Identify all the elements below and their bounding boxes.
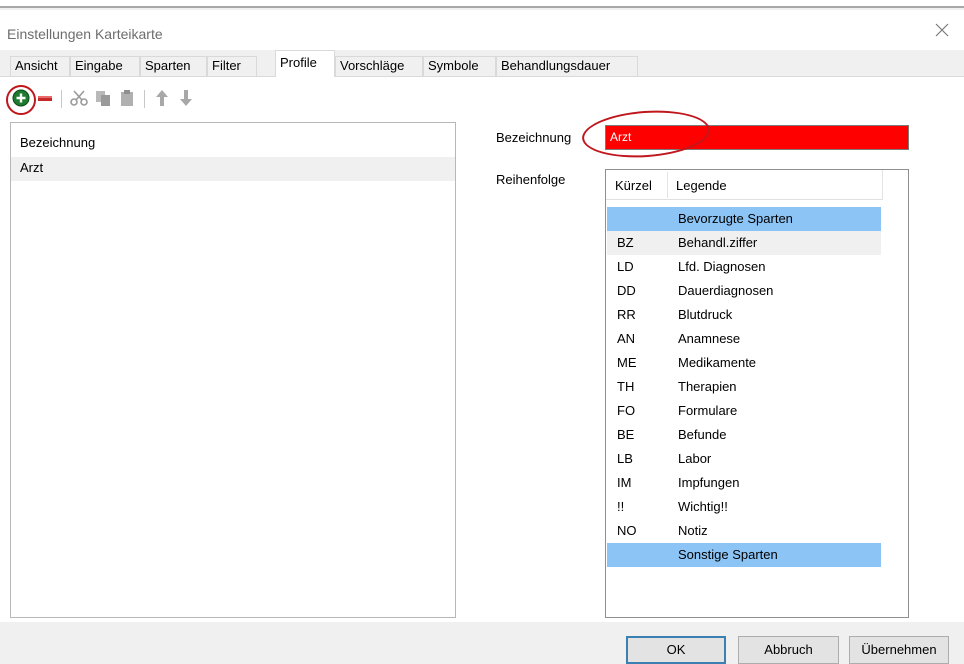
row-legend: Dauerdiagnosen	[678, 283, 774, 298]
row-code: TH	[617, 379, 635, 394]
row-code: AN	[617, 331, 636, 346]
move-up-icon[interactable]	[151, 87, 173, 109]
move-down-icon[interactable]	[175, 87, 197, 109]
table-row[interactable]: FO Formulare	[607, 399, 881, 423]
ok-button[interactable]: OK	[626, 636, 726, 664]
name-label: Bezeichnung	[496, 130, 572, 145]
toolbar-separator	[61, 90, 62, 108]
row-legend: Impfungen	[678, 475, 740, 490]
row-legend: Labor	[678, 451, 712, 466]
remove-icon[interactable]	[34, 87, 56, 109]
row-legend: Notiz	[678, 523, 708, 538]
tab-behandlungsdauer[interactable]: Behandlungsdauer	[496, 56, 638, 76]
row-code: !!	[617, 499, 625, 514]
window-top-border	[0, 0, 964, 8]
row-legend: Bevorzugte Sparten	[678, 211, 793, 226]
row-legend: Therapien	[678, 379, 737, 394]
table-row[interactable]: ME Medikamente	[607, 351, 881, 375]
cut-icon[interactable]	[68, 87, 90, 109]
table-row[interactable]: !! Wichtig!!	[607, 495, 881, 519]
row-code: BZ	[617, 235, 634, 250]
row-legend: Medikamente	[678, 355, 757, 370]
row-code: DD	[617, 283, 636, 298]
cancel-button[interactable]: Abbruch	[738, 636, 839, 664]
row-legend: Wichtig!!	[678, 499, 728, 514]
row-code: RR	[617, 307, 636, 322]
column-divider	[882, 170, 883, 200]
tab-eingabe[interactable]: Eingabe	[70, 56, 140, 76]
table-row[interactable]: Bevorzugte Sparten	[607, 207, 881, 231]
table-row[interactable]: BZ Behandl.ziffer	[607, 231, 881, 255]
table-row[interactable]: NO Notiz	[607, 519, 881, 543]
profile-tab-panel: Bezeichnung Arzt Bezeichnung Arzt Reihen…	[0, 76, 964, 622]
row-legend: Befunde	[678, 427, 727, 442]
paste-icon[interactable]	[116, 87, 138, 109]
row-legend: Anamnese	[678, 331, 741, 346]
copy-icon[interactable]	[92, 87, 114, 109]
tab-symbole[interactable]: Symbole	[423, 56, 496, 76]
title-bar: Einstellungen Karteikarte	[0, 10, 964, 50]
row-legend: Behandl.ziffer	[678, 235, 758, 250]
toolbar-separator	[144, 90, 145, 108]
row-code: ME	[617, 355, 637, 370]
tab-ansicht[interactable]: Ansicht	[10, 56, 70, 76]
table-row[interactable]: LD Lfd. Diagnosen	[607, 255, 881, 279]
tab-vorschlaege[interactable]: Vorschläge	[335, 56, 423, 76]
row-legend: Sonstige Sparten	[678, 547, 778, 562]
apply-button[interactable]: Übernehmen	[849, 636, 949, 664]
order-label: Reihenfolge	[496, 172, 566, 187]
row-code: BE	[617, 427, 635, 442]
list-item[interactable]: Arzt	[11, 157, 455, 181]
close-icon[interactable]	[932, 20, 952, 40]
column-header-code[interactable]: Kürzel	[615, 178, 652, 193]
row-legend: Lfd. Diagnosen	[678, 259, 766, 274]
grid-header: Kürzel Legende	[606, 170, 882, 200]
column-header-legend[interactable]: Legende	[676, 178, 727, 193]
row-code: NO	[617, 523, 637, 538]
tab-profile[interactable]: Profile	[275, 50, 335, 77]
row-code: LB	[617, 451, 633, 466]
table-row[interactable]: Sonstige Sparten	[607, 543, 881, 567]
row-code: LD	[617, 259, 634, 274]
tab-strip: Ansicht Eingabe Sparten Filter Profile V…	[0, 50, 964, 77]
table-row[interactable]: TH Therapien	[607, 375, 881, 399]
profile-list-header: Bezeichnung	[20, 135, 96, 150]
table-row[interactable]: LB Labor	[607, 447, 881, 471]
tab-sparten[interactable]: Sparten	[140, 56, 207, 76]
add-icon[interactable]	[10, 87, 32, 109]
order-grid[interactable]: Kürzel Legende Bevorzugte Sparten BZ Behan…	[605, 169, 909, 618]
row-legend: Blutdruck	[678, 307, 733, 322]
table-row[interactable]: DD Dauerdiagnosen	[607, 279, 881, 303]
name-field[interactable]: Arzt	[605, 125, 909, 150]
table-row[interactable]: BE Befunde	[607, 423, 881, 447]
window-title: Einstellungen Karteikarte	[7, 26, 163, 42]
profile-list[interactable]: Bezeichnung Arzt	[10, 122, 456, 618]
tab-filter[interactable]: Filter	[207, 56, 257, 76]
row-legend: Formulare	[678, 403, 738, 418]
row-code: FO	[617, 403, 636, 418]
table-row[interactable]: AN Anamnese	[607, 327, 881, 351]
table-row[interactable]: IM Impfungen	[607, 471, 881, 495]
table-row[interactable]: RR Blutdruck	[607, 303, 881, 327]
column-divider	[667, 172, 668, 198]
row-code: IM	[617, 475, 632, 490]
